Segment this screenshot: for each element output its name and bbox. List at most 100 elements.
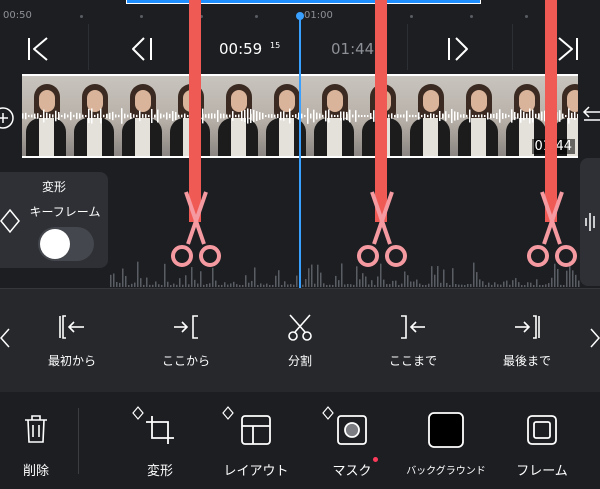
waveform-bar	[154, 114, 156, 118]
waveform-bar	[532, 109, 534, 123]
waveform-bar	[310, 113, 312, 119]
waveform-bar	[194, 279, 196, 287]
waveform-bar	[565, 114, 567, 118]
layout-button[interactable]: レイアウト	[212, 406, 300, 480]
waveform-bar	[511, 109, 513, 123]
waveform-bar	[409, 114, 411, 118]
waveform-bar	[371, 280, 373, 287]
waveform-bar	[328, 109, 330, 123]
waveform-bar	[439, 110, 441, 122]
skip-to-start-icon[interactable]	[26, 36, 50, 62]
chevron-right-icon[interactable]	[590, 327, 600, 349]
waveform-bar	[245, 275, 247, 287]
add-clip-icon[interactable]	[0, 105, 16, 131]
waveform-bar	[446, 282, 448, 287]
waveform-bar	[37, 113, 39, 119]
background-button[interactable]: バックグラウンド	[400, 410, 492, 480]
waveform-bar	[281, 284, 283, 287]
split-tool-to-here[interactable]: ここまで	[373, 310, 453, 376]
waveform-bar	[94, 114, 96, 118]
waveform-bar	[179, 278, 181, 287]
waveform-bar	[443, 269, 445, 287]
waveform-bar	[329, 284, 331, 287]
waveform-bar	[325, 110, 327, 122]
waveform-bar	[103, 114, 105, 118]
trash-icon	[25, 415, 47, 443]
waveform-bar	[248, 282, 250, 287]
transform-button[interactable]: 変形	[120, 406, 200, 480]
waveform-bar	[346, 111, 348, 121]
collapse-track-icon[interactable]	[582, 104, 600, 128]
waveform-bar	[508, 114, 510, 118]
waveform-bar	[454, 111, 456, 121]
waveform-bar	[22, 113, 24, 119]
waveform-bar	[445, 111, 447, 121]
waveform-bar	[370, 112, 372, 120]
waveform-bar	[124, 113, 126, 119]
waveform-bar	[283, 111, 285, 121]
keyframe-diamond-icon	[132, 406, 144, 420]
waveform-bar	[46, 112, 48, 120]
waveform-bar	[145, 114, 147, 118]
waveform-bar	[484, 114, 486, 118]
playhead-line[interactable]	[299, 14, 301, 289]
waveform-bar	[217, 110, 219, 122]
divider	[78, 408, 79, 474]
waveform-bar	[164, 263, 166, 287]
split-tool-label: ここまで	[388, 354, 437, 368]
waveform-bar	[241, 110, 243, 122]
split-tool-trim-start[interactable]: 最初から	[32, 310, 112, 376]
waveform-bar	[269, 284, 271, 287]
waveform-bar	[386, 284, 388, 287]
waveform-bar	[422, 284, 424, 287]
waveform-bar	[295, 114, 297, 118]
waveform-bar	[530, 282, 532, 287]
waveform-bar	[413, 281, 415, 287]
duration-time: 01:44	[331, 40, 375, 58]
waveform-bar	[70, 111, 72, 121]
chevron-left-icon[interactable]	[0, 327, 10, 349]
waveform-bar	[349, 109, 351, 123]
waveform-bar	[256, 111, 258, 121]
frame-button[interactable]: フレーム	[504, 410, 580, 480]
waveform-bar	[407, 275, 409, 287]
waveform-bar	[278, 270, 280, 287]
split-tool-split[interactable]: 分割	[260, 310, 340, 376]
ruler-tick-label: 01:00	[304, 10, 333, 21]
split-tool-from-here[interactable]: ここから	[146, 310, 226, 376]
waveform-bar	[383, 279, 385, 287]
waveform-bar	[427, 114, 429, 118]
waveform-bar	[272, 284, 274, 287]
delete-button[interactable]: 削除	[10, 410, 62, 480]
playhead-handle[interactable]	[296, 12, 304, 20]
waveform-bar	[352, 114, 354, 118]
split-tool-trim-end[interactable]: 最後まで	[487, 310, 567, 376]
waveform-bar	[238, 114, 240, 118]
previous-frame-icon[interactable]	[130, 36, 154, 62]
waveform-bar	[467, 283, 469, 287]
waveform-bar	[253, 109, 255, 123]
scissors-icon	[357, 191, 407, 267]
scissors-icon	[288, 314, 312, 341]
next-frame-icon[interactable]	[446, 36, 470, 62]
waveform-bar	[350, 284, 352, 287]
waveform-bar	[259, 112, 261, 120]
waveform-bar	[377, 276, 379, 287]
mask-button[interactable]: マスク	[314, 406, 390, 480]
waveform-bar	[433, 113, 435, 119]
keyframe-diamond-icon	[322, 406, 334, 420]
waveform-bar	[206, 284, 208, 287]
waveform-bar	[362, 273, 364, 287]
waveform-bar	[469, 109, 471, 123]
audio-wave-icon	[585, 213, 595, 231]
waveform-bar	[388, 114, 390, 118]
waveform-bar	[464, 284, 466, 287]
waveform-bar	[505, 113, 507, 119]
waveform-bar	[220, 113, 222, 119]
keyframe-diamond-icon[interactable]	[0, 208, 20, 234]
waveform-bar	[287, 284, 289, 287]
skip-to-end-icon[interactable]	[556, 36, 580, 62]
waveform-bar	[340, 111, 342, 121]
waveform-bar	[361, 114, 363, 118]
waveform-bar	[479, 279, 481, 287]
